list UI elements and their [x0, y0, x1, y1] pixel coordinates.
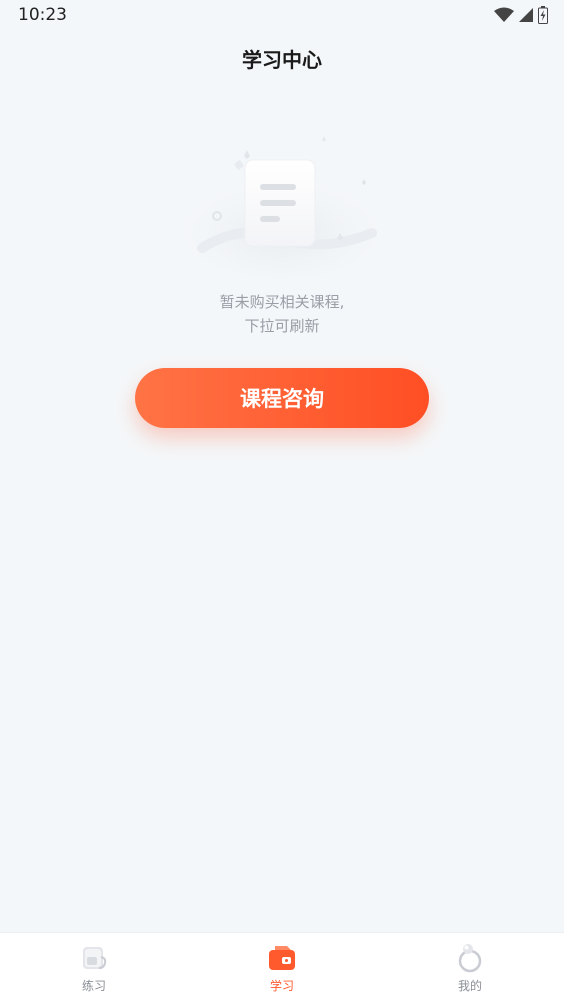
nav-label-study: 学习: [269, 979, 294, 993]
status-time: 10:23: [18, 5, 67, 25]
battery-icon: [538, 6, 548, 24]
empty-state-message: 暂未购买相关课程, 下拉可刷新: [0, 290, 564, 338]
page-title: 学习中心: [242, 48, 322, 72]
nav-item-study[interactable]: 学习: [188, 933, 376, 1004]
nav-item-profile[interactable]: 我的: [376, 933, 564, 1004]
practice-icon: [83, 947, 107, 969]
nav-label-practice: 练习: [81, 979, 106, 993]
profile-icon: [458, 944, 482, 973]
course-consult-button[interactable]: 课程咨询: [135, 368, 429, 428]
screen: 10:23 学习中心 暂未购买相关课程, 下拉可刷新 课程咨询 练习 学习 我的: [0, 0, 564, 1004]
empty-state-line2: 下拉可刷新: [244, 317, 320, 335]
nav-label-profile: 我的: [457, 979, 482, 993]
study-icon: [269, 946, 295, 970]
empty-state-line1: 暂未购买相关课程,: [219, 293, 345, 311]
status-bar: 10:23: [0, 0, 564, 32]
signal-icon: [519, 8, 533, 22]
nav-item-practice[interactable]: 练习: [0, 933, 188, 1004]
bottom-nav: 练习 学习 我的: [0, 932, 564, 1004]
empty-document-illustration: [177, 136, 387, 278]
status-icons: [494, 6, 548, 24]
wifi-icon: [494, 7, 514, 22]
